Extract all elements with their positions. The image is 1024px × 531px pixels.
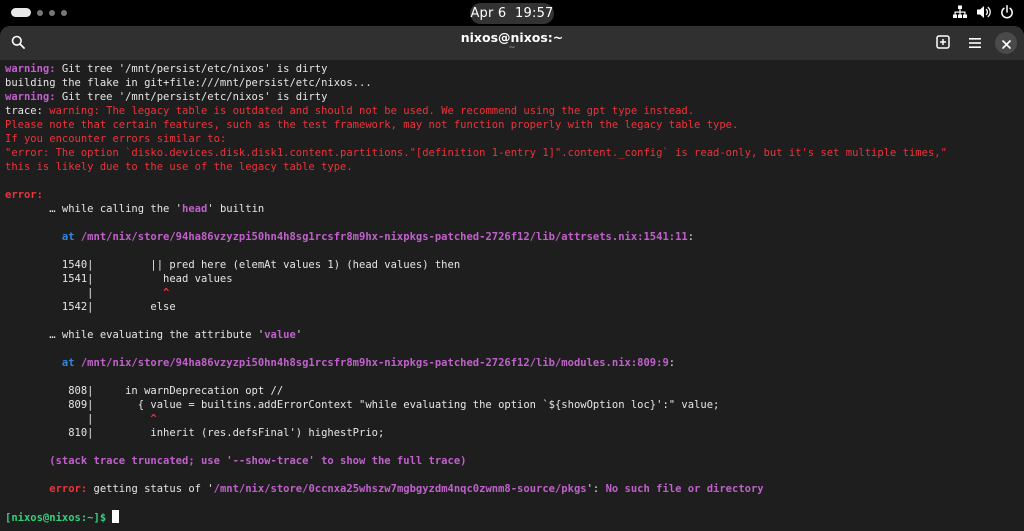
terminal-line: 1542| else: [5, 301, 176, 313]
clock-time: 19:57: [515, 6, 554, 21]
new-tab-button[interactable]: [930, 30, 956, 56]
main-menu-button[interactable]: [962, 30, 988, 56]
terminal-line: | ^: [5, 287, 170, 299]
terminal-line: error:: [5, 189, 43, 201]
shell-prompt: [nixos@nixos:~]$: [5, 512, 107, 524]
clock-date: Apr 6: [470, 6, 507, 21]
terminal-line: | ^: [5, 413, 157, 425]
volume-icon: [976, 5, 991, 19]
activities-indicator[interactable]: [11, 8, 67, 17]
terminal-line: 808| in warnDeprecation opt //: [5, 385, 284, 397]
terminal-line: (stack trace truncated; use '--show-trac…: [5, 455, 467, 467]
terminal-line: 809| { value = builtins.addErrorContext …: [5, 399, 720, 411]
workspace-indicator: [49, 9, 55, 16]
terminal-line: 1540| || pred here (elemAt values 1) (he…: [5, 259, 461, 271]
terminal-line: warning: Git tree '/mnt/persist/etc/nixo…: [5, 63, 328, 75]
system-tray[interactable]: [953, 5, 1014, 19]
terminal-line: building the flake in git+file:///mnt/pe…: [5, 77, 372, 89]
terminal-line: 810| inherit (res.defsFinal') highestPri…: [5, 427, 385, 439]
terminal-line: 1541| head values: [5, 273, 233, 285]
shell-prompt-line[interactable]: [nixos@nixos:~]$: [5, 510, 120, 524]
terminal-line: at /mnt/nix/store/94ha86vzyzpi50hn4h8sg1…: [5, 231, 695, 243]
terminal-output[interactable]: warning: Git tree '/mnt/persist/etc/nixo…: [5, 62, 1020, 528]
terminal-line: error: getting status of '/mnt/nix/store…: [5, 483, 764, 495]
terminal-line: this is likely due to the use of the leg…: [5, 161, 353, 173]
terminal-line: Please note that certain features, such …: [5, 119, 739, 131]
workspace-active-indicator: [11, 8, 31, 17]
close-window-button[interactable]: [995, 32, 1017, 54]
new-tab-icon: [936, 34, 950, 53]
workspace-indicator: [37, 9, 43, 16]
terminal-line: "error: The option `disko.devices.disk.d…: [5, 147, 947, 159]
power-icon: [1000, 5, 1014, 19]
terminal-line: … while evaluating the attribute 'value': [5, 329, 303, 341]
workspace-indicator: [61, 9, 67, 16]
terminal-window: nixos@nixos:~ ~ warning: Git tree '/mnt/…: [0, 26, 1024, 531]
date-time-clock[interactable]: Apr 6 19:57: [470, 3, 554, 24]
gnome-top-bar: Apr 6 19:57: [0, 0, 1024, 26]
text-cursor: [112, 510, 120, 523]
terminal-line: If you encounter errors similar to:: [5, 133, 227, 145]
terminal-line: warning: Git tree '/mnt/persist/etc/nixo…: [5, 91, 328, 103]
terminal-line: at /mnt/nix/store/94ha86vzyzpi50hn4h8sg1…: [5, 357, 676, 369]
network-wired-icon: [953, 5, 967, 19]
window-subtitle: ~: [508, 43, 516, 53]
header-bar: nixos@nixos:~ ~: [0, 26, 1024, 60]
terminal-line: trace: warning: The legacy table is outd…: [5, 105, 695, 117]
close-icon: [1001, 34, 1011, 53]
terminal-line: … while calling the 'head' builtin: [5, 203, 265, 215]
hamburger-menu-icon: [968, 34, 982, 53]
